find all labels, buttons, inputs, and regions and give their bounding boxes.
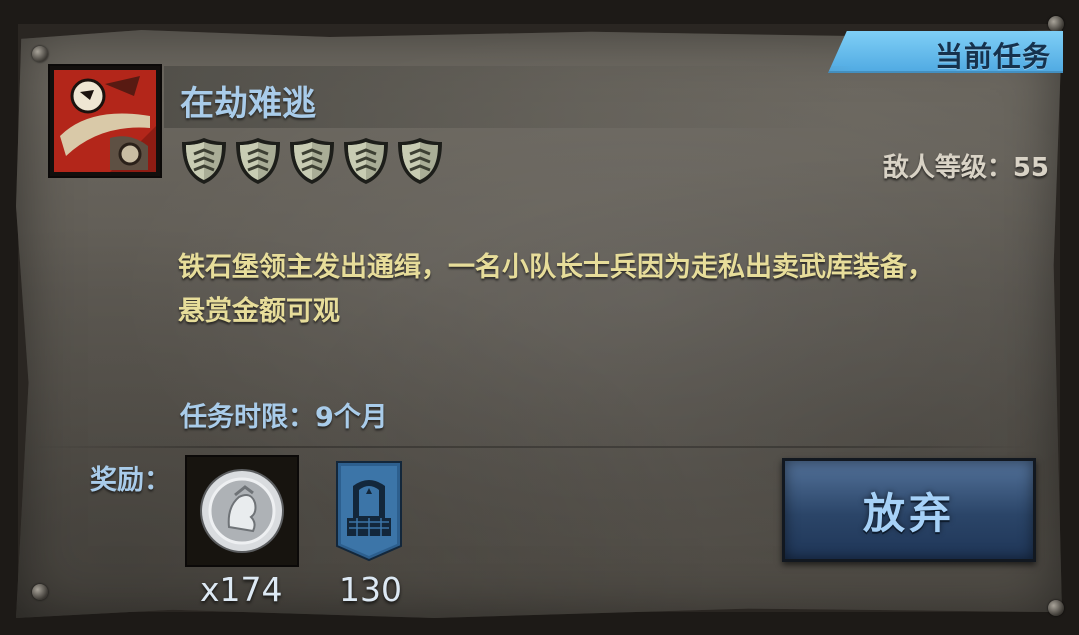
- difficulty-shield-icon: [182, 138, 226, 184]
- abandon-button[interactable]: 放弃: [782, 458, 1036, 562]
- description-line: 铁石堡领主发出通缉，一名小队长士兵因为走私出卖武库装备，: [178, 252, 934, 283]
- quest-description: 铁石堡领主发出通缉，一名小队长士兵因为走私出卖武库装备， 悬赏金额可观: [178, 246, 1038, 334]
- description-line: 悬赏金额可观: [178, 296, 340, 327]
- difficulty-shield-icon: [344, 138, 388, 184]
- reward-item-coin[interactable]: [187, 457, 297, 565]
- difficulty-shield-icon: [398, 138, 442, 184]
- enemy-level: 敌人等级：55: [882, 153, 1049, 183]
- bolt-icon: [32, 584, 48, 600]
- bolt-icon: [1048, 16, 1064, 32]
- difficulty-rating: [180, 136, 444, 186]
- silver-coin-icon: [200, 469, 284, 553]
- reward-amount: x174: [200, 570, 283, 609]
- rewards-label: 奖励：: [90, 465, 171, 496]
- abandon-button-label: 放弃: [862, 488, 955, 538]
- castle-banner-icon: [336, 461, 402, 562]
- quest-portrait: [50, 66, 160, 176]
- difficulty-shield-icon: [236, 138, 280, 184]
- bandit-portrait-icon: [54, 70, 156, 172]
- bolt-icon: [32, 46, 48, 62]
- reward-item-banner[interactable]: [335, 460, 403, 562]
- current-quest-tab: 当前任务: [828, 31, 1063, 73]
- difficulty-shield-icon: [290, 138, 334, 184]
- quest-title: 在劫难逃: [180, 84, 316, 124]
- reward-amount: 130: [339, 570, 402, 609]
- bolt-icon: [1048, 600, 1064, 616]
- quest-time-limit: 任务时限：9个月: [180, 402, 388, 433]
- divider: [30, 446, 1030, 448]
- current-quest-label: 当前任务: [934, 40, 1051, 73]
